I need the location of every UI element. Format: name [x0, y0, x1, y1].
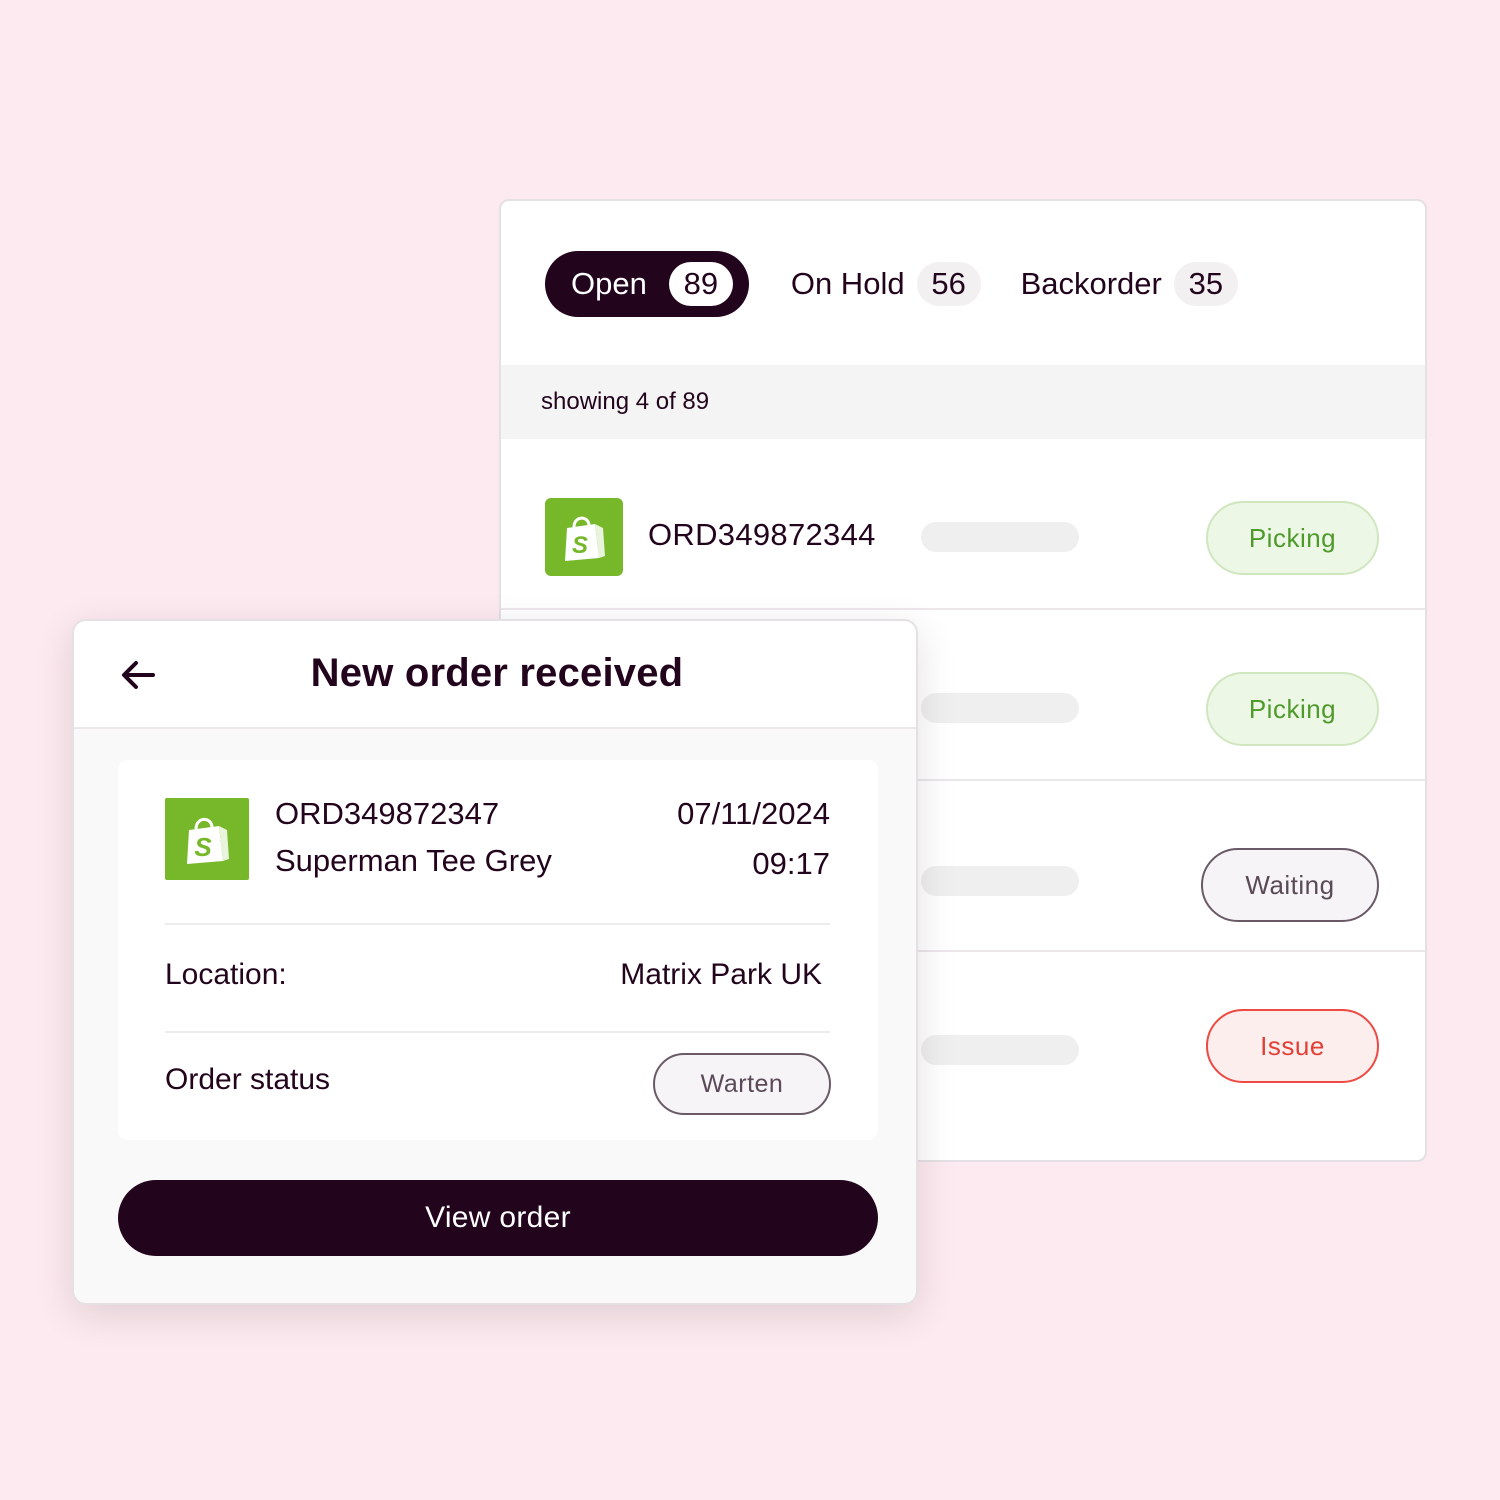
- shopify-bag-icon: S: [545, 498, 623, 576]
- location-label: Location:: [165, 958, 287, 991]
- order-status-label: Order status: [165, 1063, 331, 1096]
- order-time: 09:17: [752, 846, 830, 881]
- order-date: 07/11/2024: [677, 796, 830, 831]
- status-badge: Issue: [1206, 1009, 1379, 1083]
- tab-on-hold-label: On Hold: [790, 266, 905, 301]
- svg-text:S: S: [572, 532, 588, 559]
- tab-open[interactable]: Open 89: [545, 251, 749, 317]
- location-value: Matrix Park UK: [620, 958, 822, 991]
- skeleton-placeholder: [921, 866, 1079, 896]
- tab-open-label: Open: [571, 266, 647, 301]
- tab-backorder[interactable]: Backorder 35: [1021, 251, 1238, 317]
- product-name: Superman Tee Grey: [275, 843, 552, 878]
- results-count-bar: showing 4 of 89: [501, 365, 1425, 439]
- skeleton-placeholder: [921, 522, 1079, 552]
- order-row[interactable]: S ORD349872344 Picking: [501, 439, 1425, 610]
- order-id: ORD349872347: [275, 796, 500, 831]
- view-order-button[interactable]: View order: [118, 1180, 878, 1256]
- status-badge: Warten: [653, 1053, 831, 1115]
- shopify-bag-icon: S: [165, 798, 249, 880]
- status-badge: Waiting: [1201, 848, 1379, 922]
- divider: [165, 1031, 830, 1033]
- tab-on-hold[interactable]: On Hold 56: [791, 251, 981, 317]
- divider: [165, 923, 830, 925]
- showing-text: showing 4 of 89: [541, 388, 710, 415]
- svg-text:S: S: [194, 832, 212, 862]
- status-badge: Picking: [1206, 672, 1379, 746]
- tab-on-hold-count: 56: [916, 262, 981, 306]
- order-card: S ORD349872347 Superman Tee Grey 07/11/2…: [118, 760, 878, 1140]
- skeleton-placeholder: [921, 1035, 1079, 1065]
- new-order-modal: New order received S ORD349872347 Superm…: [72, 619, 918, 1305]
- modal-header: New order received: [74, 621, 916, 729]
- tab-backorder-label: Backorder: [1020, 266, 1162, 301]
- modal-title: New order received: [310, 651, 684, 695]
- tab-backorder-count: 35: [1173, 262, 1238, 306]
- skeleton-placeholder: [921, 693, 1079, 723]
- tab-open-count: 89: [668, 262, 733, 306]
- status-badge: Picking: [1206, 501, 1379, 575]
- status-tabs: Open 89 On Hold 56 Backorder 35: [545, 251, 1238, 317]
- order-id: ORD349872344: [648, 517, 876, 552]
